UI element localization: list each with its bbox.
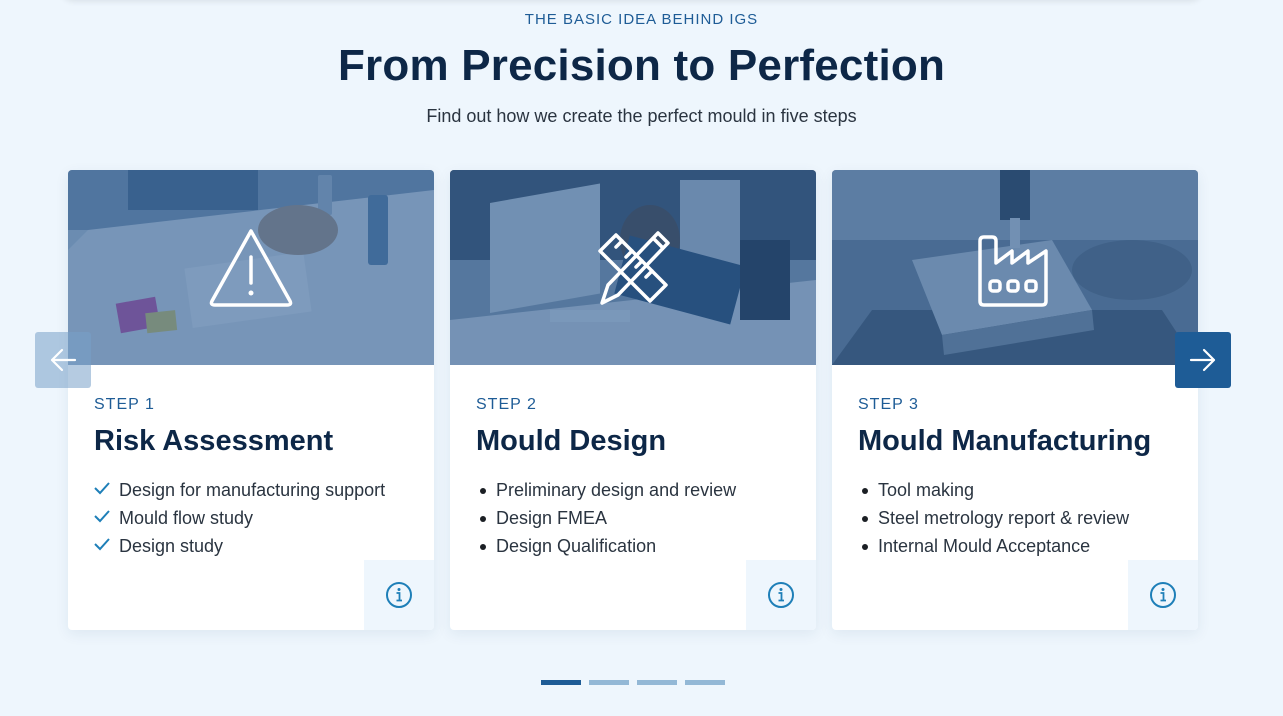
list-item: Design FMEA (480, 508, 608, 528)
list-item: Steel metrology report & review (862, 508, 1130, 528)
arrow-left-icon (50, 348, 77, 372)
arrow-right-icon (1189, 348, 1216, 372)
step-card-2[interactable]: STEP 2 Mould Design Preliminary design a… (450, 170, 816, 630)
list-item: Design Qualification (480, 536, 657, 556)
list-item: Mould flow study (94, 507, 385, 535)
factory-icon (978, 234, 1048, 307)
card-photo (832, 170, 1198, 365)
feature-list: Preliminary design and review Design FME… (476, 479, 736, 563)
list-item: Tool making (862, 480, 975, 500)
card-photo (450, 170, 816, 365)
step-card-3[interactable]: STEP 3 Mould Manufacturing Tool making S… (832, 170, 1198, 630)
list-item: Internal Mould Acceptance (862, 536, 1091, 556)
card-title: Mould Manufacturing (858, 425, 1152, 457)
list-item: Preliminary design and review (480, 480, 737, 500)
step-card-1[interactable]: STEP 1 Risk Assessment Design for manufa… (68, 170, 434, 630)
section-headline: From Precision to Perfection (337, 41, 946, 90)
info-icon (1150, 582, 1176, 608)
check-icon (94, 507, 119, 529)
carousel-pagination (541, 680, 725, 685)
list-item: Design study (94, 535, 385, 563)
info-button[interactable] (364, 560, 434, 630)
step-label: STEP 1 (94, 396, 155, 413)
step-label: STEP 3 (858, 396, 919, 413)
pagination-dot-4[interactable] (685, 680, 725, 685)
check-icon (94, 479, 119, 501)
carousel-prev-button[interactable] (35, 332, 91, 388)
pagination-dot-3[interactable] (637, 680, 677, 685)
info-icon (386, 582, 412, 608)
card-photo (68, 170, 434, 365)
info-button[interactable] (1128, 560, 1198, 630)
pencil-ruler-icon (598, 230, 670, 305)
carousel-next-button[interactable] (1175, 332, 1231, 388)
step-label: STEP 2 (476, 396, 537, 413)
check-icon (94, 535, 119, 557)
card-title: Risk Assessment (94, 425, 334, 457)
info-icon (768, 582, 794, 608)
warning-triangle-icon (209, 228, 293, 307)
list-item: Design for manufacturing support (94, 479, 385, 507)
pagination-dot-1[interactable] (541, 680, 581, 685)
card-title: Mould Design (476, 425, 667, 457)
feature-list: Design for manufacturing support Mould f… (94, 479, 385, 563)
section-eyebrow: THE BASIC IDEA BEHIND IGS (524, 11, 759, 28)
feature-list: Tool making Steel metrology report & rev… (858, 479, 1129, 563)
section-subline: Find out how we create the perfect mould… (426, 106, 857, 126)
pagination-dot-2[interactable] (589, 680, 629, 685)
info-button[interactable] (746, 560, 816, 630)
